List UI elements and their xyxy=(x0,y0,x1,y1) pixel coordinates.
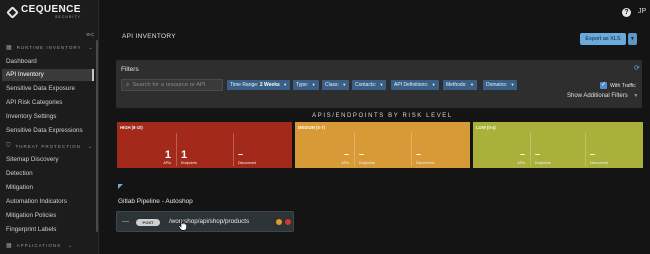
inventory-icon: ▦ xyxy=(6,45,13,51)
risk-label: MEDIUM (5-7) xyxy=(298,125,325,130)
filters-title: Filters xyxy=(121,66,139,73)
medium-discovered-cell[interactable]: – Discovered xyxy=(411,133,469,166)
sidebar-item-api-risk-categories[interactable]: API Risk Categories xyxy=(2,97,94,109)
low-apis-value: – xyxy=(519,149,525,159)
risk-label: LOW (0-4) xyxy=(476,125,496,130)
method-badge: POST xyxy=(136,219,160,226)
filters-panel: Filters ⟳ ⌕ Time Range: 2 Weeks ▼ Type: … xyxy=(116,60,642,108)
chevron-down-icon: ▼ xyxy=(379,82,384,87)
with-traffic-checkbox[interactable]: ✓ xyxy=(600,82,607,89)
collapse-group-icon[interactable] xyxy=(118,184,123,189)
search-input[interactable] xyxy=(132,80,221,90)
row-expand-toggle[interactable]: — xyxy=(122,218,129,225)
sidebar-scrollbar[interactable] xyxy=(96,40,98,232)
pipeline-title: Gitlab Pipeline - Autoshop xyxy=(118,198,193,205)
low-endpoints-cell[interactable]: – Endpoints xyxy=(530,133,585,166)
sidebar-item-sensitive-data-exposure[interactable]: Sensitive Data Exposure xyxy=(2,83,94,95)
with-traffic-toggle[interactable]: ✓ With Traffic xyxy=(600,82,636,89)
section-threat-protection[interactable]: ⛉ THREAT PROTECTION ⌄ xyxy=(6,143,93,150)
filter-type[interactable]: Type: ▼ xyxy=(293,80,319,90)
medium-endpoints-value: – xyxy=(359,149,365,159)
sidebar-item-mitigation-policies[interactable]: Mitigation Policies xyxy=(2,210,94,222)
error-status-icon xyxy=(285,219,291,225)
sidebar-item-fingerprint-labels[interactable]: Fingerprint Labels xyxy=(2,224,94,236)
low-discovered-value: – xyxy=(590,149,596,159)
medium-apis-value: – xyxy=(343,149,349,159)
chevron-down-icon: ▼ xyxy=(311,82,316,87)
filter-time-range[interactable]: Time Range: 2 Weeks ▼ xyxy=(227,80,291,90)
filter-methods[interactable]: Methods: ▼ xyxy=(443,80,477,90)
sidebar-item-dashboard[interactable]: Dashboard xyxy=(2,56,94,68)
chevron-down-icon: ⌄ xyxy=(88,44,94,51)
refresh-icon[interactable]: ⟳ xyxy=(634,64,640,72)
chevron-down-icon: ⌄ xyxy=(87,143,94,150)
sidebar: CEQUENCE SECURITY ≡< ▦ RUNTIME INVENTORY… xyxy=(0,0,99,254)
risk-card-low[interactable]: LOW (0-4) – APIs – Endpoints – Discovere… xyxy=(473,122,643,168)
chevron-down-icon: ▼ xyxy=(342,82,347,87)
brand-sub: SECURITY xyxy=(55,15,81,19)
high-apis-value: 1 xyxy=(164,149,171,161)
filter-class[interactable]: Class: ▼ xyxy=(322,80,350,90)
chevron-down-icon: ▼ xyxy=(431,82,436,87)
risk-heading: APIS/ENDPOINTS BY RISK LEVEL xyxy=(312,113,453,119)
section-runtime-inventory[interactable]: ▦ RUNTIME INVENTORY ⌄ xyxy=(6,44,94,52)
section-applications[interactable]: ▦ APPLICATIONS ⌄ xyxy=(6,242,74,250)
brand-name: CEQUENCE xyxy=(21,4,81,15)
collapse-sidebar-icon[interactable]: ≡< xyxy=(86,32,94,39)
medium-apis-cell[interactable]: – APIs xyxy=(297,133,353,166)
chevron-down-icon: ▼ xyxy=(633,93,639,99)
sidebar-item-automation-indicators[interactable]: Automation Indicators xyxy=(2,196,94,208)
endpoint-row[interactable]: — POST /workshop/api/shop/products xyxy=(116,211,294,232)
warning-status-icon xyxy=(276,219,282,225)
high-endpoints-cell[interactable]: 1 Endpoints xyxy=(176,133,233,166)
help-icon[interactable]: ? xyxy=(622,8,631,17)
applications-icon: ▦ xyxy=(6,243,13,249)
medium-discovered-value: – xyxy=(416,149,422,159)
risk-card-high[interactable]: HIGH (8-10) 1 APIs 1 Endpoints – Discove… xyxy=(117,122,292,168)
chevron-down-icon: ▼ xyxy=(630,36,635,42)
shield-icon: ⛉ xyxy=(6,143,12,149)
hand-cursor-icon xyxy=(178,218,187,231)
risk-label: HIGH (8-10) xyxy=(120,125,143,130)
chevron-down-icon: ⌄ xyxy=(68,242,74,249)
show-additional-filters[interactable]: Show Additional Filters ▼ xyxy=(567,93,638,99)
export-xls-button[interactable]: Export as XLS xyxy=(580,33,626,45)
filter-domains[interactable]: Domains: ▼ xyxy=(483,80,518,90)
search-field[interactable]: ⌕ xyxy=(121,79,223,91)
filter-contacts[interactable]: Contacts: ▼ xyxy=(352,80,387,90)
page-title: API INVENTORY xyxy=(122,33,176,40)
high-discovered-value: – xyxy=(238,149,244,159)
sidebar-item-mitigation[interactable]: Mitigation xyxy=(2,182,94,194)
sidebar-item-detection[interactable]: Detection xyxy=(2,168,94,180)
chevron-down-icon: ▼ xyxy=(283,82,288,87)
low-apis-cell[interactable]: – APIs xyxy=(475,133,529,166)
chevron-down-icon: ▼ xyxy=(510,82,515,87)
cequence-logo-icon xyxy=(6,5,19,19)
risk-card-medium[interactable]: MEDIUM (5-7) – APIs – Endpoints – Discov… xyxy=(295,122,470,168)
low-endpoints-value: – xyxy=(535,149,541,159)
high-discovered-cell[interactable]: – Discovered xyxy=(233,133,291,166)
brand-logo[interactable]: CEQUENCE SECURITY xyxy=(6,4,81,20)
sidebar-item-api-inventory[interactable]: API Inventory xyxy=(2,69,94,81)
sidebar-item-inventory-settings[interactable]: Inventory Settings xyxy=(2,111,94,123)
filter-api-definitions[interactable]: API Definitions: ▼ xyxy=(391,80,439,90)
sidebar-item-sensitive-data-expressions[interactable]: Sensitive Data Expressions xyxy=(2,125,94,137)
chevron-down-icon: ▼ xyxy=(469,82,474,87)
high-endpoints-value: 1 xyxy=(181,149,188,161)
low-discovered-cell[interactable]: – Discovered xyxy=(585,133,642,166)
sidebar-item-sitemap-discovery[interactable]: Sitemap Discovery xyxy=(2,154,94,166)
search-icon: ⌕ xyxy=(126,81,130,88)
user-avatar[interactable]: JP xyxy=(638,8,646,15)
medium-endpoints-cell[interactable]: – Endpoints xyxy=(354,133,411,166)
export-options-button[interactable]: ▼ xyxy=(628,33,637,45)
high-apis-cell[interactable]: 1 APIs xyxy=(119,133,175,166)
